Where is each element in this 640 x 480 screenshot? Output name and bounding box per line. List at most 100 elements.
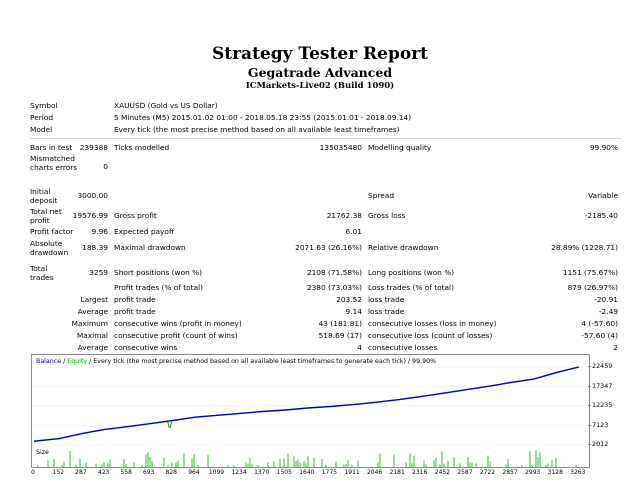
chart-plot bbox=[32, 366, 589, 446]
ticks-value: 135035480 bbox=[319, 143, 362, 152]
symbol-label: Symbol bbox=[30, 101, 58, 110]
x-tick-label: 3263 bbox=[570, 469, 586, 476]
net-profit-value: 19576.99 bbox=[72, 211, 108, 220]
maximal-drawdown-label: Maximal drawdown bbox=[114, 243, 186, 252]
symbol-value: XAUUSD (Gold vs US Dollar) bbox=[114, 101, 218, 110]
average-consecutive-wins-value: 4 bbox=[357, 343, 362, 352]
period-label: Period bbox=[30, 113, 54, 122]
y-tick-mark bbox=[588, 385, 591, 387]
x-tick-label: 287 bbox=[75, 469, 87, 476]
x-tick-label: 2857 bbox=[502, 469, 518, 476]
balance-chart: Balance / Equity / Every tick (the most … bbox=[31, 354, 590, 449]
maximal-consecutive-loss-value: -57.60 (4) bbox=[581, 331, 618, 340]
server-build: ICMarkets-Live02 (Build 1090) bbox=[245, 81, 395, 91]
x-tick-label: 423 bbox=[97, 469, 110, 476]
maximum-label: Maximum bbox=[71, 319, 108, 328]
y-tick-mark bbox=[588, 405, 591, 406]
average-profit-value: 9.14 bbox=[345, 307, 362, 316]
x-tick-label: 152 bbox=[52, 469, 65, 476]
max-consecutive-wins-label: consecutive wins (profit in money) bbox=[114, 319, 242, 328]
max-consecutive-losses-value: 4 (-57.60) bbox=[581, 319, 618, 328]
x-tick-label: 2452 bbox=[434, 469, 451, 476]
largest-label: Largest bbox=[80, 295, 108, 304]
relative-drawdown-label: Relative drawdown bbox=[368, 243, 439, 252]
size-bars bbox=[37, 450, 577, 467]
bars-value: 239388 bbox=[79, 143, 108, 152]
y-tick-label: 7123 bbox=[592, 420, 609, 429]
x-tick-label: 2046 bbox=[366, 469, 383, 476]
relative-drawdown-value: 28.89% (1228.71) bbox=[551, 243, 618, 252]
average-loss-value: -2.49 bbox=[598, 307, 618, 316]
gross-loss-value: -2185.40 bbox=[584, 211, 618, 220]
average-consecutive-wins-label: consecutive wins bbox=[114, 343, 178, 352]
y-tick-label: 17347 bbox=[592, 381, 613, 390]
x-tick-label: 0 bbox=[31, 469, 35, 476]
x-tick-label: 2587 bbox=[457, 469, 473, 476]
x-tick-label: 1911 bbox=[344, 469, 360, 476]
x-tick-label: 1775 bbox=[321, 469, 337, 476]
spread-label: Spread bbox=[368, 191, 395, 200]
y-tick-label: 22459 bbox=[592, 362, 613, 370]
balance-line bbox=[33, 366, 579, 442]
expert-name: Gegatrade Advanced bbox=[247, 65, 393, 80]
profit-factor-value: 9.96 bbox=[91, 227, 108, 236]
expected-payoff-label: Expected payoff bbox=[114, 227, 175, 236]
gross-profit-label: Gross profit bbox=[114, 211, 157, 220]
x-axis-labels: 0 152 287 423 558 693 828 964 1099 1234 1370 1505 16… bbox=[0, 469, 640, 479]
loss-trades-label: Loss trades (% of total) bbox=[368, 283, 454, 292]
x-tick-label: 693 bbox=[142, 469, 155, 476]
y-tick-mark bbox=[588, 424, 591, 426]
report-title: Strategy Tester Report bbox=[211, 44, 429, 64]
expected-payoff-value: 6.01 bbox=[345, 227, 362, 236]
maximal-consecutive-profit-label: consecutive profit (count of wins) bbox=[114, 331, 238, 340]
max-consecutive-wins-value: 43 (181.81) bbox=[318, 319, 362, 328]
divider bbox=[30, 138, 622, 139]
spread-value: Variable bbox=[588, 191, 618, 200]
x-tick-label: 2316 bbox=[412, 469, 428, 476]
x-tick-label: 2722 bbox=[479, 469, 496, 476]
y-tick-mark bbox=[588, 444, 591, 445]
x-tick-label: 828 bbox=[165, 469, 177, 476]
profit-trades-label: Profit trades (% of total) bbox=[114, 283, 204, 292]
deposit-value: 3000.00 bbox=[77, 191, 108, 200]
loss-trades-value: 879 (26.97%) bbox=[567, 283, 618, 292]
x-tick-label: 1505 bbox=[276, 469, 292, 476]
gross-loss-label: Gross loss bbox=[368, 211, 406, 220]
size-histogram: Size bbox=[31, 447, 590, 468]
short-positions-value: 2108 (71.58%) bbox=[306, 268, 362, 277]
equity-line bbox=[33, 366, 579, 442]
long-positions-label: Long positions (won %) bbox=[368, 268, 455, 277]
absolute-drawdown-value: 188.39 bbox=[82, 243, 108, 252]
mismatch-value: 0 bbox=[103, 162, 108, 171]
largest-profit-value: 203.52 bbox=[336, 295, 362, 304]
maximal-label: Maximal bbox=[76, 331, 108, 340]
y-tick-label: 12235 bbox=[592, 401, 613, 409]
y-tick-mark bbox=[588, 366, 591, 367]
model-label: Model bbox=[30, 125, 53, 134]
maximal-consecutive-loss-label: consecutive loss (count of losses) bbox=[368, 331, 493, 340]
gross-profit-value: 21762.38 bbox=[326, 211, 362, 220]
y-axis-labels: 22459 17347 12235 7123 2012 bbox=[588, 354, 640, 454]
x-tick-label: 3128 bbox=[547, 469, 563, 476]
short-positions-label: Short positions (won %) bbox=[114, 268, 203, 277]
x-tick-label: 1234 bbox=[231, 469, 247, 476]
x-tick-label: 1370 bbox=[254, 469, 270, 476]
average-consecutive-losses-label: consecutive losses bbox=[368, 343, 438, 352]
average-label: Average bbox=[77, 307, 108, 316]
period-value: 5 Minutes (M5) 2015.01.02 01:00 - 2018.0… bbox=[114, 113, 412, 122]
profit-trades-value: 2380 (73.03%) bbox=[306, 283, 362, 292]
quality-label: Modelling quality bbox=[368, 143, 432, 152]
quality-value: 99.90% bbox=[589, 143, 618, 152]
largest-profit-label: profit trade bbox=[114, 295, 156, 304]
maximal-consecutive-profit-value: 518.69 (17) bbox=[318, 331, 362, 340]
maximal-drawdown-value: 2071.63 (26.16%) bbox=[295, 243, 362, 252]
largest-loss-value: -20.91 bbox=[594, 295, 618, 304]
x-tick-label: 558 bbox=[120, 469, 132, 476]
model-value: Every tick (the most precise method base… bbox=[114, 125, 400, 134]
x-tick-label: 2993 bbox=[525, 469, 541, 476]
average-profit-label: profit trade bbox=[114, 307, 156, 316]
max-consecutive-losses-label: consecutive losses (loss in money) bbox=[368, 319, 497, 328]
largest-loss-label: loss trade bbox=[368, 295, 405, 304]
x-tick-label: 964 bbox=[188, 469, 200, 476]
average-consecutive-label: Average bbox=[77, 343, 108, 352]
